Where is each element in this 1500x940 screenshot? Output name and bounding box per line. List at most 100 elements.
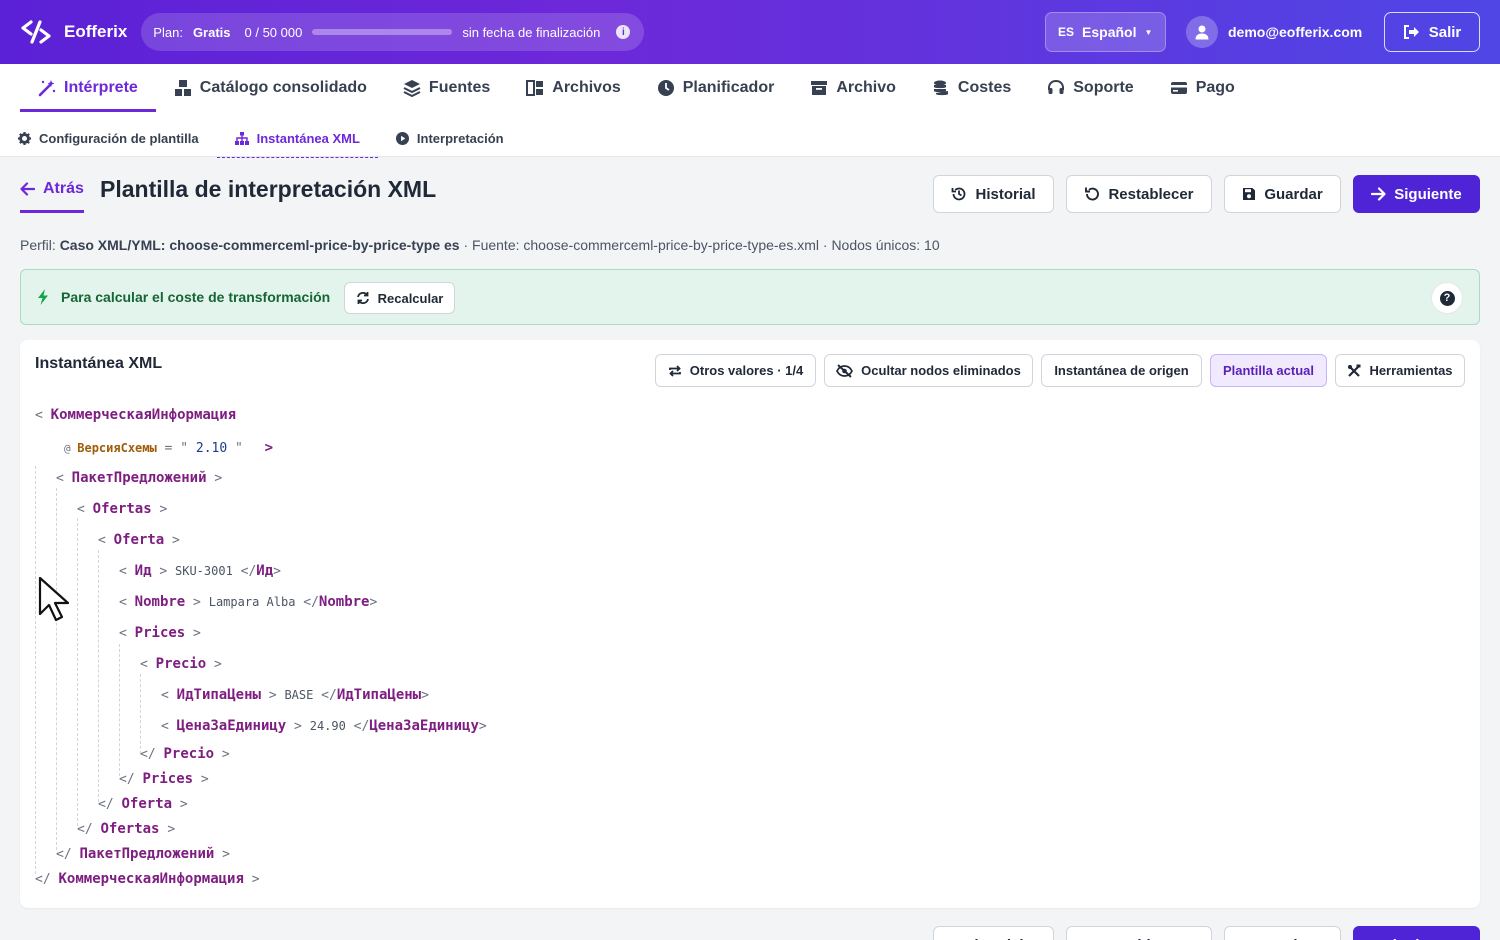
indent-guide: [119, 644, 120, 776]
tab-interprete[interactable]: Intérprete: [20, 64, 156, 112]
user-menu[interactable]: demo@eofferix.com: [1186, 16, 1362, 48]
language-selector[interactable]: ES Español ▼: [1045, 12, 1166, 52]
reset-label: Restablecer: [1096, 937, 1181, 940]
xml-node-ofertas-close[interactable]: </ Ofertas >: [77, 821, 175, 837]
xml-tag-name: ИдТипаЦены: [176, 687, 261, 703]
xml-node-unit-price[interactable]: < ЦенаЗаЕдиницу > 24.90 </ЦенаЗаЕдиницу>: [161, 718, 487, 734]
back-label: Atrás: [43, 180, 84, 197]
xml-node-paket-close[interactable]: </ ПакетПредложений >: [56, 846, 230, 862]
history-button-bottom[interactable]: Historial: [933, 926, 1054, 940]
caret-down-icon: ▼: [1144, 27, 1153, 37]
sitemap-icon: [234, 132, 249, 145]
xml-tag-name: КоммерческаяИнформация: [50, 407, 237, 423]
sign-out-icon: [1403, 25, 1419, 39]
tab-archivos[interactable]: Archivos: [508, 64, 638, 112]
bolt-icon: [38, 289, 48, 305]
tab-label: Archivo: [836, 79, 896, 96]
save-button[interactable]: Guardar: [1224, 175, 1341, 213]
clock-icon: [657, 80, 674, 96]
xml-node-nombre[interactable]: < Nombre > Lampara Alba </Nombre>: [119, 594, 377, 610]
xml-tag-name: ПакетПредложений: [71, 470, 207, 486]
tab-catalogo-consolidado[interactable]: Catálogo consolidado: [156, 64, 385, 112]
subtab-instantanea-xml[interactable]: Instantánea XML: [216, 120, 379, 158]
main-tabs: Intérprete Catálogo consolidado Fuentes …: [20, 64, 1253, 112]
save-label: Guardar: [1253, 937, 1311, 940]
indent-guide: [35, 466, 36, 874]
xml-attribute[interactable]: @ ВерсияСхемы = " 2.10 " >: [64, 440, 273, 456]
plan-usage: 0 / 50 000: [244, 24, 303, 40]
columns-icon: [526, 80, 544, 96]
cubes-icon: [174, 80, 191, 96]
archive-icon: [811, 81, 828, 95]
reset-button[interactable]: Restablecer: [1066, 175, 1212, 213]
xml-tag-name: ЦенаЗаЕдиницу: [369, 718, 479, 734]
tab-fuentes[interactable]: Fuentes: [385, 64, 508, 112]
reset-label: Restablecer: [1108, 185, 1194, 203]
recalculate-button[interactable]: Recalcular: [344, 282, 455, 314]
xml-node-price-type[interactable]: < ИдТипаЦены > BASE </ИдТипаЦены>: [161, 687, 429, 703]
next-button-bottom[interactable]: Siguiente: [1353, 926, 1480, 940]
subtab-label: Interpretación: [416, 131, 504, 146]
headset-icon: [1048, 79, 1065, 94]
help-button[interactable]: ?: [1431, 282, 1463, 314]
xml-tag-name: Ofertas: [92, 501, 152, 517]
xml-node-root-open[interactable]: < КоммерческаяИнформация: [35, 407, 236, 423]
undo-icon: [1085, 187, 1100, 201]
xml-node-oferta-open[interactable]: < Oferta >: [98, 532, 180, 548]
tab-planificador[interactable]: Planificador: [639, 64, 793, 112]
tab-pago[interactable]: Pago: [1152, 64, 1253, 112]
tab-archivo[interactable]: Archivo: [792, 64, 914, 112]
top-bar: Eofferix Plan: Gratis 0 / 50 000 sin fec…: [0, 0, 1500, 64]
mouse-cursor-icon: [38, 576, 70, 622]
tab-label: Intérprete: [64, 79, 138, 96]
reset-button-bottom[interactable]: Restablecer: [1066, 926, 1212, 940]
plan-end: sin fecha de finalización: [462, 24, 601, 40]
xml-node-paket-open[interactable]: < ПакетПредложений >: [56, 470, 222, 486]
question-icon: ?: [1439, 290, 1455, 306]
history-button[interactable]: Historial: [933, 175, 1054, 213]
tab-soporte[interactable]: Soporte: [1029, 64, 1151, 112]
subtab-label: Instantánea XML: [256, 131, 360, 146]
recalculate-label: Recalcular: [377, 290, 444, 306]
xml-tag-name: ЦенаЗаЕдиницу: [176, 718, 287, 734]
language-name: Español: [1082, 24, 1137, 40]
save-button-bottom[interactable]: Guardar: [1224, 926, 1341, 940]
back-link[interactable]: Atrás: [20, 180, 84, 198]
brand-logo[interactable]: Eofferix: [20, 19, 127, 45]
info-icon[interactable]: i: [616, 25, 631, 39]
subtab-configuracion-plantilla[interactable]: Configuración de plantilla: [0, 120, 217, 157]
gear-icon: [18, 132, 31, 145]
xml-node-id[interactable]: < Ид > SKU-3001 </Ид>: [119, 563, 281, 579]
xml-node-precio-close[interactable]: </ Precio >: [140, 746, 230, 762]
xml-attr-value: 2.10: [195, 441, 228, 456]
credit-card-icon: [1170, 82, 1187, 94]
xml-tag-name: Ид: [256, 563, 274, 579]
tab-costes[interactable]: Costes: [914, 64, 1029, 112]
xml-tag-name: Precio: [163, 746, 215, 762]
xml-node-root-close[interactable]: </ КоммерческаяИнформация >: [35, 871, 260, 887]
xml-node-ofertas-open[interactable]: < Ofertas >: [77, 501, 167, 517]
history-icon: [952, 187, 966, 201]
user-email: demo@eofferix.com: [1228, 24, 1363, 40]
next-button[interactable]: Siguiente: [1353, 175, 1480, 213]
indent-guide: [77, 518, 78, 826]
plan-name: Gratis: [192, 24, 231, 40]
arrow-left-icon: [20, 182, 35, 196]
logout-button[interactable]: Salir: [1384, 12, 1480, 52]
plan-pill: Plan: Gratis 0 / 50 000 sin fecha de fin…: [141, 13, 645, 51]
indent-guide: [140, 674, 141, 754]
xml-tag-name: Nombre: [134, 594, 186, 610]
indent-guide: [98, 550, 99, 802]
layers-icon: [403, 80, 421, 97]
xml-node-prices-open[interactable]: < Prices >: [119, 625, 201, 641]
profile-source: · Fuente: choose-commerceml-price-by-pri…: [463, 237, 940, 253]
coins-icon: [933, 80, 948, 96]
xml-attr-name: ВерсияСхемы: [77, 441, 157, 455]
subtab-label: Configuración de plantilla: [39, 131, 199, 146]
xml-node-value: 24.90: [309, 719, 346, 733]
xml-node-precio-open[interactable]: < Precio >: [140, 656, 222, 672]
subtab-interpretacion[interactable]: Interpretación: [378, 120, 522, 157]
xml-node-oferta-close[interactable]: </ Oferta >: [98, 796, 188, 812]
xml-node-prices-close[interactable]: </ Prices >: [119, 771, 209, 787]
profile-prefix: Perfil:: [20, 237, 56, 253]
